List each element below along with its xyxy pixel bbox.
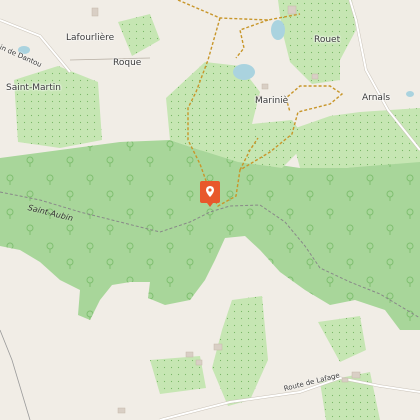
place-label-lafourliere: Lafourlière: [66, 33, 115, 43]
place-label-rouet: Rouet: [314, 35, 341, 45]
place-label-arnals: Arnals: [362, 93, 391, 103]
place-label-roque: Roque: [113, 58, 142, 68]
forest-area: [0, 140, 420, 330]
map-canvas[interactable]: Lafourlière Roque Rouet Saint-Martin Mar…: [0, 0, 420, 420]
place-label-saint-martin: Saint-Martin: [6, 83, 61, 93]
location-pin-icon[interactable]: [200, 181, 220, 207]
place-label-marinie: Mariniè: [255, 96, 289, 106]
map-layer: [0, 0, 420, 420]
